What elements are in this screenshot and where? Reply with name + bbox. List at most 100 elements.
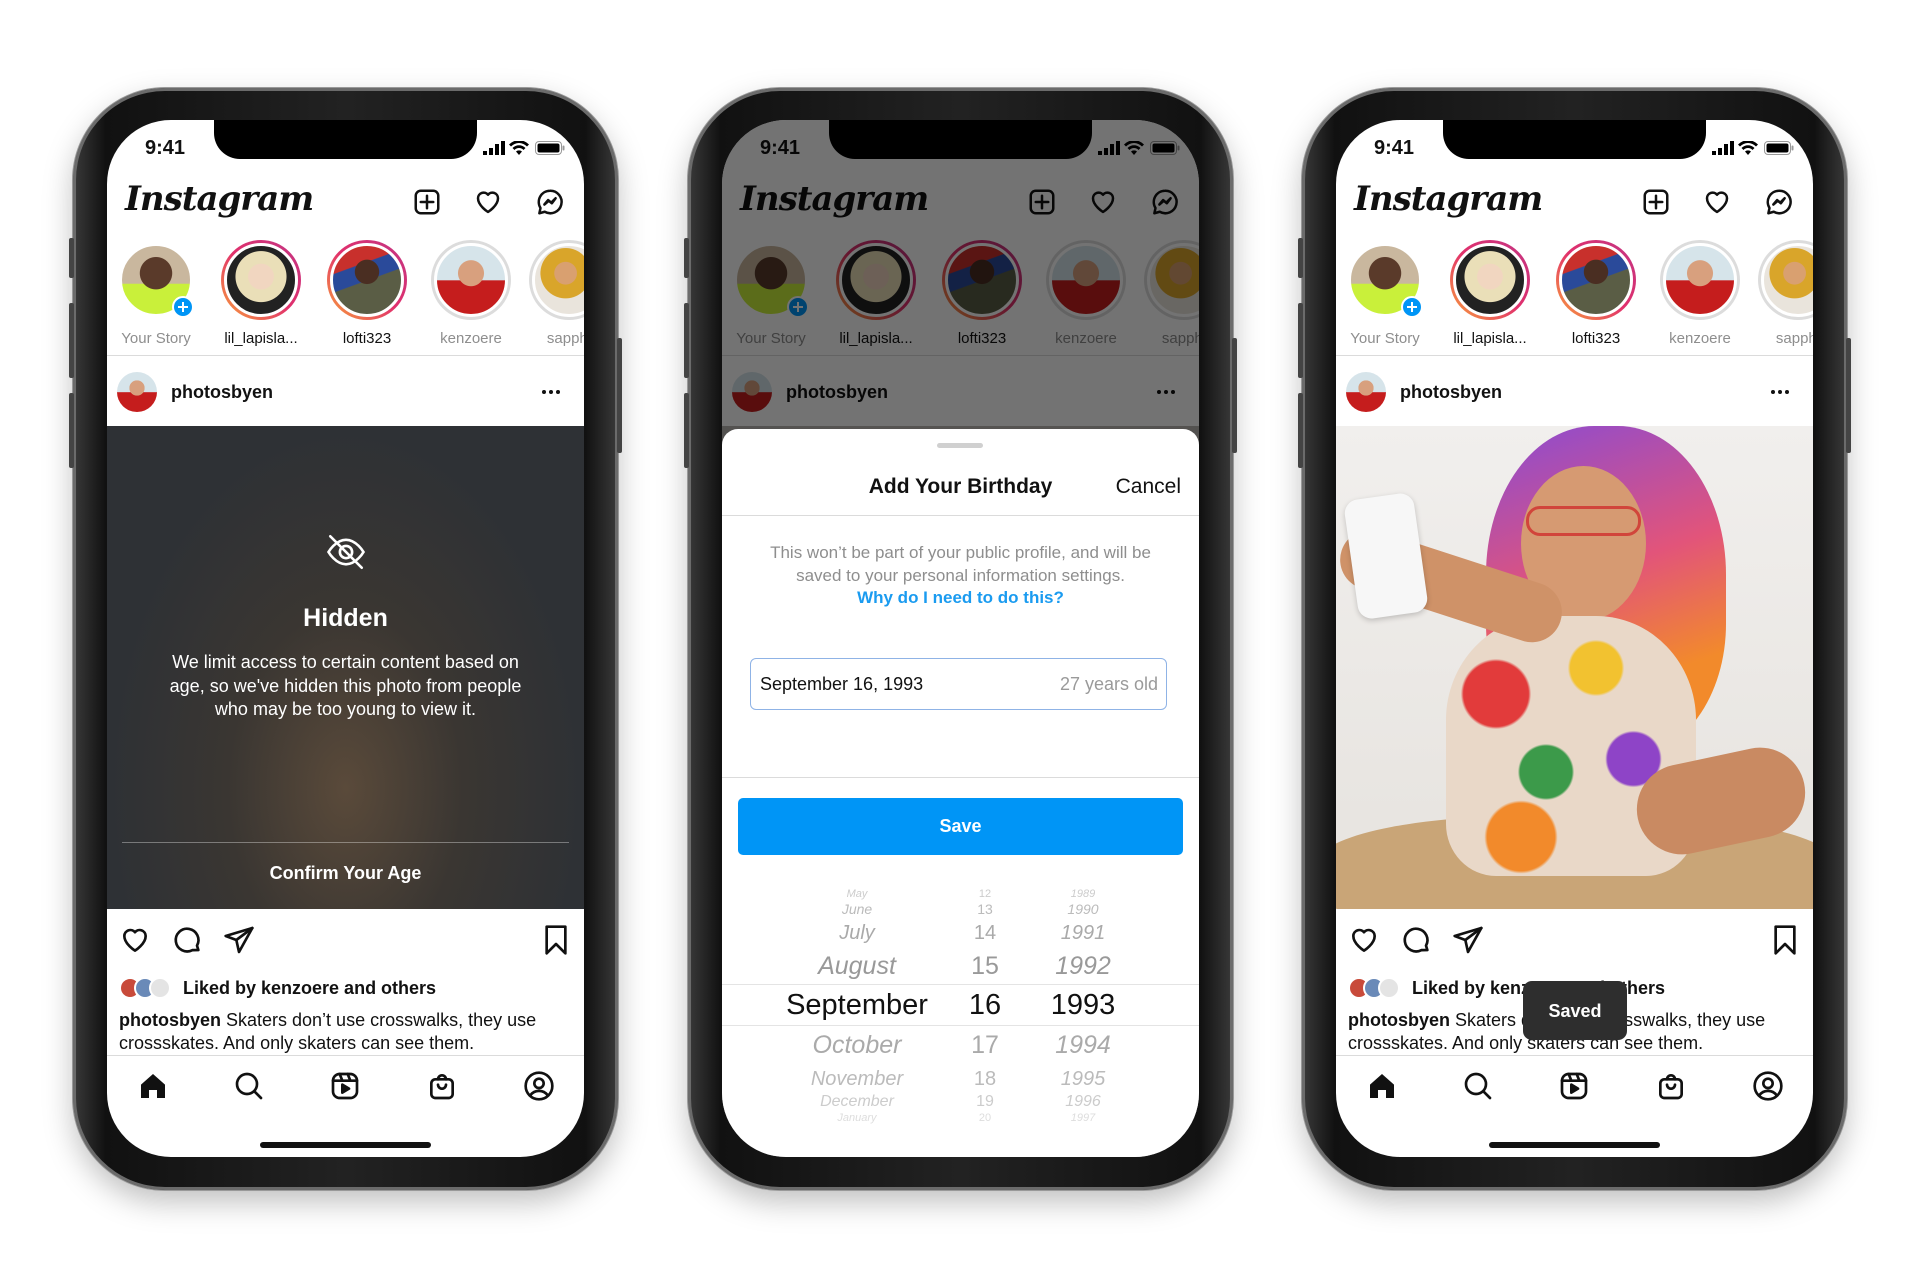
battery-icon [1764,141,1794,160]
story-username: lil_lapisla... [224,331,298,346]
story-ring [1758,240,1813,320]
cancel-button[interactable]: Cancel [1116,476,1181,497]
story-avatar [330,243,404,317]
story-avatar [1761,243,1813,317]
sheet-grabber[interactable] [937,443,983,448]
phone-mockup-1: 9:41 Instagram Your Story lil_lapisla... lof… [69,88,622,1190]
story-username: kenzoere [440,331,502,346]
story-username: kenzoere [1669,331,1731,346]
story-item[interactable]: sapphi [1756,240,1813,350]
bookmark-icon[interactable] [1769,924,1801,956]
signal-icon [1712,141,1734,160]
instagram-logo: Instagram [1354,179,1543,219]
post-username[interactable]: photosbyen [171,383,273,401]
story-username: lil_lapisla... [1453,331,1527,346]
story-item[interactable]: lil_lapisla... [219,240,303,350]
divider [722,515,1199,516]
tab-profile-icon[interactable] [523,1070,555,1102]
tab-search-icon[interactable] [1462,1070,1494,1102]
new-post-icon[interactable] [412,187,442,217]
volume-down-button [1298,393,1303,468]
mute-switch [1298,238,1303,278]
story-ring [431,240,511,320]
volume-up-button [1298,303,1303,378]
more-icon[interactable] [539,380,563,404]
sheet-description: This won’t be part of your public profil… [770,543,1151,585]
heart-icon[interactable] [1702,187,1732,217]
more-icon[interactable] [1768,380,1792,404]
story-avatar [532,243,584,317]
story-item[interactable]: kenzoere [1658,240,1742,350]
home-indicator [260,1142,431,1148]
screen: 9:41InstagramYour Storylil_lapisla...lof… [722,120,1199,1157]
story-username: Your Story [1350,331,1420,346]
picker-year-option[interactable]: 1997 [1003,1112,1163,1124]
photo-glasses [1526,506,1641,536]
tab-shop-icon[interactable] [426,1070,458,1102]
tab-shop-icon[interactable] [1655,1070,1687,1102]
messenger-icon[interactable] [1764,187,1794,217]
story-item[interactable]: sapphi [527,240,584,350]
tab-reels-icon[interactable] [329,1070,361,1102]
caption-username[interactable]: photosbyen [1348,1010,1450,1030]
divider [107,1055,584,1056]
new-post-icon[interactable] [1641,187,1671,217]
power-button [1232,338,1237,453]
picker-year-option[interactable]: 1995 [1003,1069,1163,1089]
story-item[interactable]: Your Story [1343,240,1427,350]
post-caption: photosbyen Skaters don’t use crosswalks,… [119,1009,569,1055]
story-item[interactable]: Your Story [114,240,198,350]
hidden-description: We limit access to certain content based… [169,652,522,719]
bookmark-icon[interactable] [540,924,572,956]
save-button[interactable]: Save [738,798,1183,855]
date-picker[interactable]: May June July August September October Novembe… [722,879,1199,1149]
post-media [1336,426,1813,909]
comment-icon[interactable] [171,924,203,956]
birthday-input[interactable]: September 16, 1993 27 years old [750,658,1167,710]
liked-by-text[interactable]: Liked by kenzoere and others [183,979,436,997]
story-item[interactable]: kenzoere [429,240,513,350]
tab-search-icon[interactable] [233,1070,265,1102]
divider [1336,355,1813,356]
story-avatar [1453,243,1527,317]
birthday-sheet: Add Your Birthday Cancel This won’t be par… [722,429,1199,1157]
divider [722,777,1199,778]
story-item[interactable]: lofti323 [1554,240,1638,350]
comment-icon[interactable] [1400,924,1432,956]
post-username[interactable]: photosbyen [1400,383,1502,401]
mute-switch [684,238,689,278]
phone-mockup-3: 9:41 Instagram Your Story lil_lapisla... lof… [1298,88,1851,1190]
screen: 9:41InstagramYour Storylil_lapisla...lof… [1336,120,1813,1157]
screen: 9:41InstagramYour Storylil_lapisla...lof… [107,120,584,1157]
signal-icon [483,141,505,160]
story-ring [1660,240,1740,320]
caption-username[interactable]: photosbyen [119,1010,221,1030]
tab-home-icon[interactable] [1366,1070,1398,1102]
mute-switch [69,238,74,278]
share-icon[interactable] [223,924,255,956]
post-author-avatar [1346,372,1386,412]
why-link[interactable]: Why do I need to do this? [722,589,1199,606]
picker-year-option[interactable]: 1994 [1003,1032,1163,1058]
add-story-icon [1401,296,1423,323]
story-ring [1450,240,1530,320]
picker-year-option[interactable]: 1989 [1003,888,1163,900]
tab-reels-icon[interactable] [1558,1070,1590,1102]
like-icon[interactable] [119,924,151,956]
confirm-age-button[interactable]: Confirm Your Age [107,864,584,882]
messenger-icon[interactable] [535,187,565,217]
story-item[interactable]: lil_lapisla... [1448,240,1532,350]
tab-profile-icon[interactable] [1752,1070,1784,1102]
like-icon[interactable] [1348,924,1380,956]
picker-year-option[interactable]: 1990 [1003,902,1163,916]
picker-year-option[interactable]: 1996 [1003,1094,1163,1110]
tab-home-icon[interactable] [137,1070,169,1102]
share-icon[interactable] [1452,924,1484,956]
saved-toast: Saved [1523,981,1627,1040]
story-item[interactable]: lofti323 [325,240,409,350]
picker-year-option[interactable]: 1992 [1003,953,1163,979]
picker-year-option[interactable]: 1991 [1003,923,1163,943]
birthday-value: September 16, 1993 [760,674,924,694]
heart-icon[interactable] [473,187,503,217]
picker-year-option[interactable]: 1993 [1003,990,1163,1020]
